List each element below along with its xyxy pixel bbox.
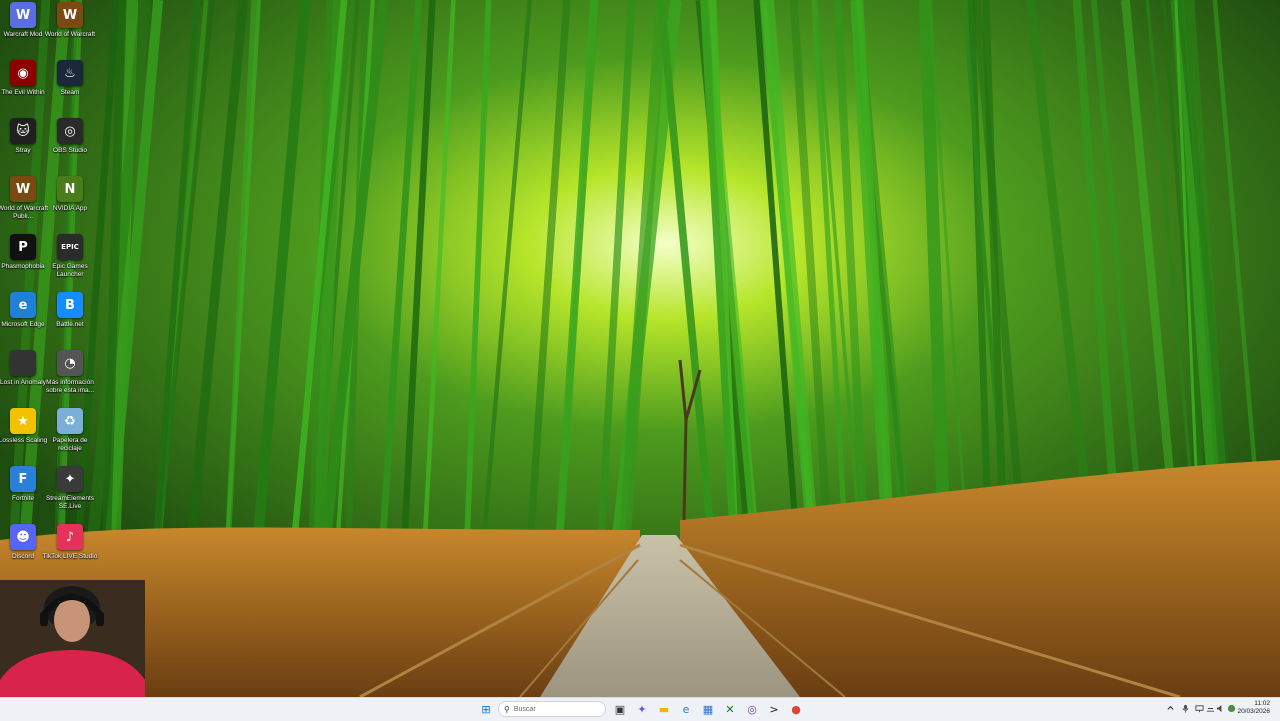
desktop-shortcut-label: World of Warcraft [44,31,96,38]
desktop-shortcut[interactable]: ◉ The Evil Within [0,60,46,118]
desktop-shortcut[interactable]: EPIC Epic Games Launcher [47,234,93,292]
task-view-icon[interactable]: ▣ [612,701,628,717]
terminal-icon[interactable]: > [766,701,782,717]
desktop-wallpaper [0,0,1280,697]
microphone-icon[interactable] [1181,704,1190,713]
steam-icon: ♨ [57,60,83,86]
desktop-shortcut-label: NVIDIA App [52,205,88,212]
obs-taskbar-icon[interactable]: ◎ [744,701,760,717]
desktop-shortcut-label: Más información sobre esta ima... [45,379,95,394]
image-info-icon: ◔ [57,350,83,376]
nvidia-app-icon: N [57,176,83,202]
desktop-shortcut-label: Papelera de reciclaje [52,437,88,452]
copilot-icon[interactable]: ✦ [634,701,650,717]
recycle-bin-icon: ♻ [57,408,83,434]
desktop-shortcut-label: StreamElements SE.Live [45,495,95,510]
desktop-shortcut[interactable]: P Phasmophobia [0,234,46,292]
desktop-shortcut[interactable]: Lost in Anomaly [0,350,46,408]
desktop-shortcut[interactable]: 🐱 Stray [0,118,46,176]
battle-net-icon: B [57,292,83,318]
desktop-shortcut[interactable]: ★ Lossless Scaling [0,408,47,466]
world-of-warcraft-icon: W [57,2,83,28]
desktop-shortcut[interactable]: W Warcraft Mod [0,2,46,60]
file-explorer-icon[interactable]: ▬ [656,701,672,717]
volume-icon[interactable] [1216,704,1225,713]
desktop-shortcut-label: TikTok LIVE Studio [42,553,98,560]
taskbar-search-box[interactable]: ⚲ [498,701,606,717]
desktop-shortcut[interactable]: W World of Warcraft Publi... [0,176,48,234]
streamelements-icon: ✦ [57,466,83,492]
xbox-icon[interactable]: ✕ [722,701,738,717]
desktop-shortcut[interactable]: ☻ Discord [0,524,46,582]
desktop-shortcut[interactable]: ◎ OBS Studio [47,118,93,176]
store-icon[interactable]: ▦ [700,701,716,717]
desktop-shortcut[interactable]: ♻ Papelera de reciclaje [47,408,93,466]
fortnite-icon: F [10,466,36,492]
lossless-scaling-icon: ★ [10,408,36,434]
the-evil-within-icon: ◉ [10,60,36,86]
network-icon[interactable] [1206,704,1215,713]
discord-icon: ☻ [10,524,36,550]
clock-time: 11:02 [1254,700,1270,707]
desktop-shortcut[interactable]: B Battle.net [47,292,93,350]
obs-studio-icon: ◎ [57,118,83,144]
phasmophobia-icon: P [10,234,36,260]
display-icon[interactable] [1195,704,1204,713]
desktop-shortcut-label: Epic Games Launcher [52,263,88,278]
clock-date: 20/03/2026 [1237,708,1270,715]
desktop-shortcut[interactable]: ♨ Steam [47,60,93,118]
desktop-shortcut[interactable]: W World of Warcraft [45,2,95,60]
app-tray-icon[interactable] [1227,704,1236,713]
lost-in-anomaly-icon [10,350,36,376]
desktop-shortcut[interactable]: ✦ StreamElements SE.Live [46,466,94,524]
desktop-shortcut-label: Battle.net [56,321,84,328]
stray-icon: 🐱 [10,118,36,144]
desktop-shortcut[interactable]: N NVIDIA App [47,176,93,234]
desktop-shortcut-label: Steam [60,89,80,96]
desktop-shortcut[interactable]: ♪ TikTok LIVE Studio [43,524,97,582]
warcraftmod-icon: W [10,2,36,28]
taskbar-clock[interactable]: 11:02 20/03/2026 [1236,700,1270,716]
taskbar: ⊞ ▣ ✦ ▬ e ▦ ✕ ◎ > ● ⚲ 11:02 20/03/2026 [0,697,1280,721]
desktop-shortcut[interactable]: ◔ Más información sobre esta ima... [46,350,94,408]
desktop-shortcut[interactable]: e Microsoft Edge [0,292,46,350]
tiktok-live-studio-icon: ♪ [57,524,83,550]
start-icon[interactable]: ⊞ [478,701,494,717]
chevron-up-icon[interactable] [1166,704,1175,713]
world-of-warcraft-ptr-icon: W [10,176,36,202]
desktop-shortcut[interactable]: F Fortnite [0,466,46,524]
chrome-icon[interactable]: ● [788,701,804,717]
desktop-shortcut-label: OBS Studio [53,147,87,154]
microsoft-edge-icon: e [10,292,36,318]
epic-games-launcher-icon: EPIC [57,234,83,260]
search-input[interactable] [509,705,594,713]
edge-taskbar-icon[interactable]: e [678,701,694,717]
